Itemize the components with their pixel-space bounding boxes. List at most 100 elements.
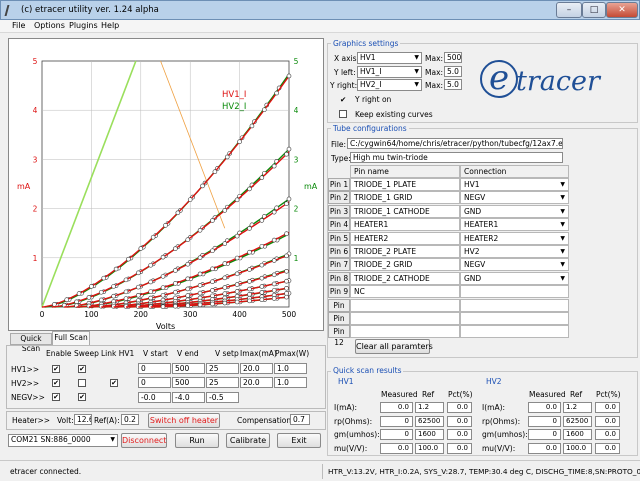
pin-connection-select[interactable]: HV2 ▼ xyxy=(460,245,569,258)
exit-button[interactable]: Exit xyxy=(277,433,321,448)
pin-name-field[interactable]: TRIODE_2 GRID xyxy=(350,258,460,272)
hv2-vstep-input[interactable]: 25 xyxy=(206,377,239,388)
pin-connection-select[interactable]: NEGV ▼ xyxy=(460,258,569,272)
pin-name-field[interactable]: TRIODE_2 CATHODE xyxy=(350,271,460,285)
pin-connection-select[interactable] xyxy=(460,312,569,325)
heater-ref-input[interactable]: 0.2 xyxy=(121,414,139,425)
hv1-ref-value[interactable]: 62500 xyxy=(415,415,444,427)
clear-all-button[interactable]: Clear all paramters xyxy=(355,339,433,354)
pin-button[interactable]: Pin 11 xyxy=(328,312,350,334)
pin-button[interactable]: Pin 10 xyxy=(328,298,350,321)
hv1-pmax-input[interactable]: 1.0 xyxy=(274,363,307,374)
hv2-imax-input[interactable]: 20.0 xyxy=(240,377,273,388)
pin-name-field[interactable] xyxy=(350,298,460,312)
hv1-ref-header: Ref xyxy=(422,390,435,399)
hv2-pmax-input[interactable]: 1.0 xyxy=(274,377,307,388)
hv1-vstart-input[interactable]: 0 xyxy=(138,363,171,374)
negv-sweep-checkbox[interactable]: ✔ xyxy=(78,393,86,401)
hv2-vstart-input[interactable]: 0 xyxy=(138,377,171,388)
negv-vend-input[interactable]: -4.0 xyxy=(172,392,205,403)
hv1-curve-point xyxy=(185,261,191,267)
hv2-enable-checkbox[interactable]: ✔ xyxy=(52,379,60,387)
hv1-ref-value[interactable]: 100.0 xyxy=(415,442,444,454)
pin-name-field[interactable]: HEATER1 xyxy=(350,218,460,232)
pin-connection-select[interactable] xyxy=(460,285,569,299)
pin-name-field[interactable]: HEATER2 xyxy=(350,231,460,245)
pin-connection-select[interactable]: GND ▼ xyxy=(460,271,569,285)
hv2-sweep-checkbox[interactable] xyxy=(78,379,86,387)
x-max-input[interactable]: 500 xyxy=(444,52,462,63)
switch-off-heater-button[interactable]: Switch off heater xyxy=(148,413,220,428)
pin-name-field[interactable]: NC xyxy=(350,285,460,299)
negv-vstep-input[interactable]: -0.5 xyxy=(206,392,239,403)
keep-curves-checkbox[interactable] xyxy=(339,110,347,118)
pin-name-field[interactable]: TRIODE_1 CATHODE xyxy=(350,204,460,218)
pin-button[interactable]: Pin 1 xyxy=(328,178,350,191)
hv2-ref-value[interactable]: 62500 xyxy=(563,415,592,427)
pin-connection-value: GND xyxy=(464,206,482,216)
menu-help[interactable]: Help xyxy=(101,21,119,30)
hv1-curve-point xyxy=(185,286,191,292)
y-right-max-input[interactable]: 5.0 xyxy=(444,79,462,90)
hv2-vend-input[interactable]: 500 xyxy=(172,377,205,388)
y-left-max-input[interactable]: 5.0 xyxy=(444,66,462,77)
hv1-vstep-input[interactable]: 25 xyxy=(206,363,239,374)
pin-button[interactable]: Pin 7 xyxy=(328,258,350,272)
negv-vstart-input[interactable]: -0.0 xyxy=(138,392,171,403)
disconnect-button[interactable]: Disconnect xyxy=(121,433,167,448)
hv1-curve-point xyxy=(123,296,129,301)
menu-options[interactable]: Options xyxy=(34,21,65,30)
pin-name-field[interactable]: TRIODE_2 PLATE xyxy=(350,245,460,258)
pin-name-field[interactable]: TRIODE_1 PLATE xyxy=(350,178,460,191)
hv1-enable-checkbox[interactable]: ✔ xyxy=(52,365,60,373)
hv1-imax-input[interactable]: 20.0 xyxy=(240,363,273,374)
pin-connection-select[interactable]: HEATER2 ▼ xyxy=(460,231,569,245)
hv2-ref-value[interactable]: 100.0 xyxy=(563,442,592,454)
pin-connection-select[interactable]: GND ▼ xyxy=(460,204,569,218)
maximize-button[interactable]: □ xyxy=(582,2,606,18)
menu-plugins[interactable]: Plugins xyxy=(69,21,98,30)
hv1-measured-value: 0 xyxy=(380,415,413,427)
pin-connection-select[interactable]: NEGV ▼ xyxy=(460,191,569,205)
menu-file[interactable]: File xyxy=(12,21,25,30)
pin-name-field[interactable]: TRIODE_1 GRID xyxy=(350,191,460,205)
pin-connection-select[interactable] xyxy=(460,298,569,312)
tube-type-input[interactable]: High mu twin-triode xyxy=(350,152,563,163)
tab-full-scan[interactable]: Full Scan xyxy=(52,331,90,345)
close-button[interactable]: ✕ xyxy=(606,2,638,18)
calibrate-button[interactable]: Calibrate xyxy=(226,433,270,448)
hv1-ref-value[interactable]: 1600 xyxy=(415,429,444,440)
pin-button[interactable]: Pin 4 xyxy=(328,218,350,232)
pin-connection-select[interactable]: HEATER1 ▼ xyxy=(460,218,569,232)
hv2-link-hv1-checkbox[interactable]: ✔ xyxy=(110,379,118,387)
y-left-select[interactable]: HV1_I ▼ xyxy=(357,66,422,78)
tab-quick-scan[interactable]: Quick Scan xyxy=(10,333,52,353)
pin-button[interactable]: Pin 3 xyxy=(328,204,350,218)
run-button[interactable]: Run xyxy=(175,433,219,448)
pin-name-field[interactable] xyxy=(350,312,460,325)
hv1-ref-value[interactable]: 1.2 xyxy=(415,402,444,413)
negv-enable-checkbox[interactable]: ✔ xyxy=(52,393,60,401)
pin-button[interactable]: Pin 6 xyxy=(328,245,350,258)
x-axis-select[interactable]: HV1 ▼ xyxy=(357,52,422,64)
pin-name-field[interactable] xyxy=(350,325,460,339)
pin-button[interactable]: Pin 8 xyxy=(328,271,350,285)
hv2-ref-value[interactable]: 1.2 xyxy=(563,402,592,413)
hv1-sweep-checkbox[interactable]: ✔ xyxy=(78,365,86,373)
pin-button[interactable]: Pin 9 xyxy=(328,285,350,299)
hv2-ref-value[interactable]: 1600 xyxy=(563,429,592,440)
pin-connection-select[interactable] xyxy=(460,325,569,339)
compensation-input[interactable]: 0.7 xyxy=(290,414,310,425)
minimize-button[interactable]: – xyxy=(556,2,582,18)
file-path-input[interactable]: C:/cygwin64/home/chris/etracer/python/tu… xyxy=(347,138,563,149)
pin-connection-select[interactable]: HV1 ▼ xyxy=(460,178,569,191)
pin-button[interactable]: Pin 5 xyxy=(328,231,350,245)
hv1-vend-input[interactable]: 500 xyxy=(172,363,205,374)
y-right-on-check-mark[interactable]: ✔ xyxy=(340,95,346,104)
port-select[interactable]: COM21 SN:886_0000 ▼ xyxy=(8,434,118,447)
pin-button[interactable]: Pin 2 xyxy=(328,191,350,205)
y-right-select[interactable]: HV2_I ▼ xyxy=(357,79,422,91)
pin-button[interactable]: Pin 12 xyxy=(328,325,350,347)
heater-volt-input[interactable]: 12.6 xyxy=(74,414,92,425)
hv1-pct-value: 0.0 xyxy=(447,415,472,427)
